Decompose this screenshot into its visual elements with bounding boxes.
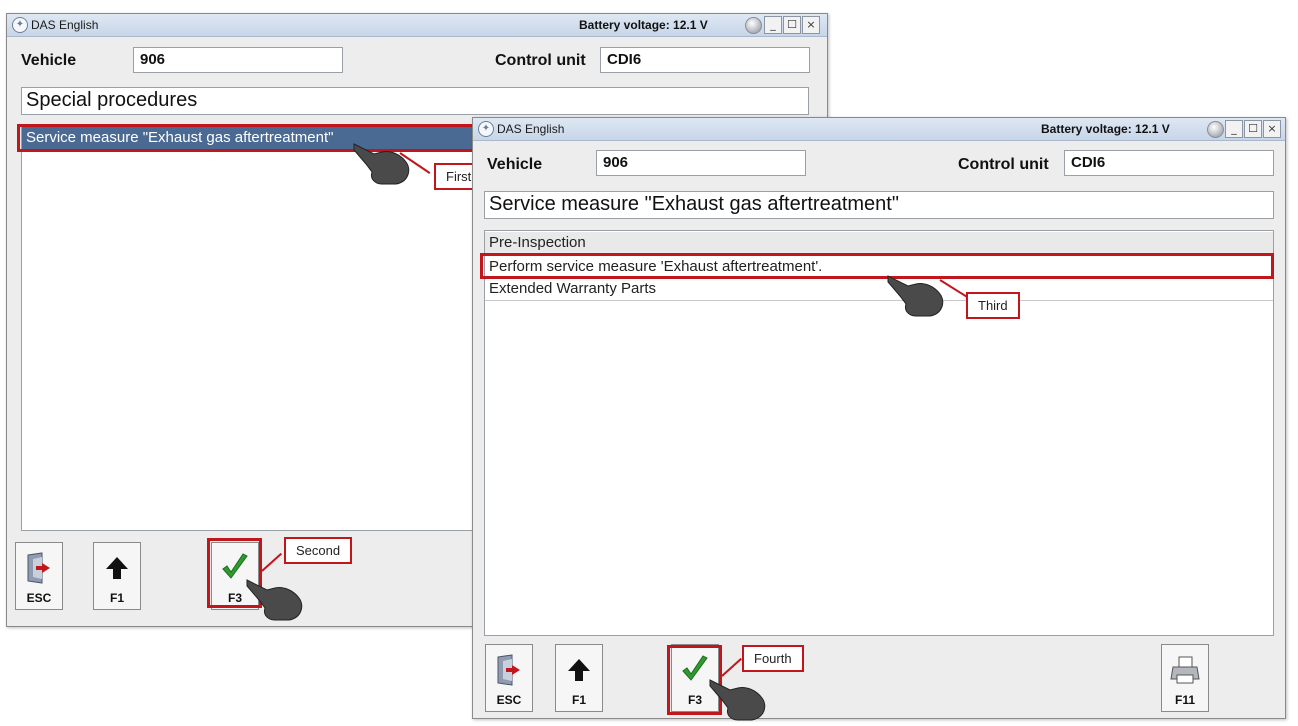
f11-print-button[interactable]: F11	[1161, 644, 1209, 712]
vehicle-field: 906	[596, 150, 806, 176]
title-bar: ✦ DAS English Battery voltage: 12.1 V _ …	[7, 14, 827, 37]
printer-icon	[1170, 656, 1200, 684]
arrow-up-icon	[568, 659, 590, 681]
battery-voltage: Battery voltage: 12.1 V	[579, 18, 708, 32]
close-button[interactable]: ×	[1263, 120, 1281, 138]
pointing-hand-icon	[353, 143, 410, 185]
f11-key-label: F11	[1174, 693, 1195, 707]
highlight-third	[480, 253, 1274, 279]
esc-key-label: ESC	[496, 693, 522, 707]
callout-third: Third	[966, 292, 1020, 319]
vehicle-label: Vehicle	[487, 156, 543, 173]
das-logo-icon: ✦	[12, 17, 28, 33]
list-item-extended-warranty-parts[interactable]: Extended Warranty Parts	[485, 278, 1273, 301]
control-unit-field: CDI6	[600, 47, 810, 73]
vehicle-label: Vehicle	[21, 52, 77, 69]
control-unit-label: Control unit	[495, 52, 586, 69]
callout-second: Second	[284, 537, 353, 564]
f1-back-button[interactable]: F1	[555, 644, 603, 712]
minimize-button[interactable]: _	[1225, 120, 1243, 138]
vehicle-field: 906	[133, 47, 343, 73]
window-title: DAS English	[31, 18, 99, 32]
das-window-2: ✦ DAS English Battery voltage: 12.1 V _ …	[472, 117, 1286, 719]
service-list: Pre-Inspection Perform service measure '…	[484, 230, 1274, 636]
das-logo-icon: ✦	[478, 121, 494, 137]
f1-key-label: F1	[109, 591, 124, 605]
list-group-pre-inspection: Pre-Inspection	[485, 232, 1273, 255]
control-unit-label: Control unit	[958, 156, 1049, 173]
battery-led-icon	[1207, 121, 1224, 138]
maximize-button[interactable]: ☐	[783, 16, 801, 34]
esc-button[interactable]: ESC	[485, 644, 533, 712]
battery-led-icon	[745, 17, 762, 34]
esc-key-label: ESC	[26, 591, 52, 605]
f1-key-label: F1	[571, 693, 586, 707]
exit-door-icon	[497, 654, 520, 686]
pointing-hand-icon	[709, 679, 766, 721]
esc-button[interactable]: ESC	[15, 542, 63, 610]
control-unit-field: CDI6	[1064, 150, 1274, 176]
page-heading: Service measure "Exhaust gas aftertreatm…	[484, 191, 1274, 219]
page-heading: Special procedures	[21, 87, 809, 115]
exit-door-icon	[27, 552, 50, 584]
title-bar: ✦ DAS English Battery voltage: 12.1 V _ …	[473, 118, 1285, 141]
maximize-button[interactable]: ☐	[1244, 120, 1262, 138]
callout-fourth: Fourth	[742, 645, 804, 672]
window-title: DAS English	[497, 122, 565, 136]
close-button[interactable]: ×	[802, 16, 820, 34]
battery-voltage: Battery voltage: 12.1 V	[1041, 122, 1170, 136]
pointing-hand-icon	[246, 579, 303, 621]
minimize-button[interactable]: _	[764, 16, 782, 34]
arrow-up-icon	[106, 557, 128, 579]
f1-back-button[interactable]: F1	[93, 542, 141, 610]
pointing-hand-icon	[887, 275, 944, 317]
